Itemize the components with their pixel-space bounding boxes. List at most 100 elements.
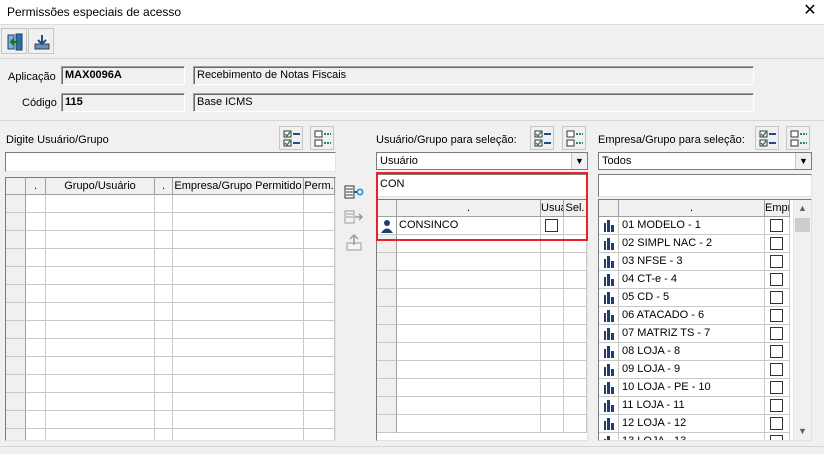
column-header[interactable]: Perm. bbox=[304, 178, 335, 195]
table-cell[interactable] bbox=[155, 357, 173, 375]
select-checkbox-cell[interactable] bbox=[765, 235, 790, 253]
table-cell[interactable] bbox=[46, 339, 155, 357]
table-cell[interactable] bbox=[26, 393, 46, 411]
company-name-cell[interactable]: 02 SIMPL NAC - 2 bbox=[619, 235, 765, 253]
table-cell[interactable] bbox=[173, 321, 304, 339]
column-header[interactable]: Empresa/Grupo bbox=[765, 200, 790, 217]
table-cell[interactable] bbox=[26, 213, 46, 231]
company-name-cell[interactable]: 01 MODELO - 1 bbox=[619, 217, 765, 235]
scroll-thumb[interactable] bbox=[795, 218, 810, 232]
scroll-down-icon[interactable]: ▼ bbox=[794, 423, 811, 440]
table-cell[interactable] bbox=[564, 289, 587, 307]
table-cell[interactable] bbox=[397, 325, 541, 343]
table-cell[interactable] bbox=[46, 393, 155, 411]
table-cell[interactable] bbox=[397, 253, 541, 271]
table-cell[interactable] bbox=[46, 249, 155, 267]
table-cell[interactable] bbox=[26, 249, 46, 267]
select-checkbox-cell[interactable] bbox=[765, 361, 790, 379]
company-name-cell[interactable]: 10 LOJA - PE - 10 bbox=[619, 379, 765, 397]
table-cell[interactable] bbox=[155, 321, 173, 339]
table-cell[interactable] bbox=[564, 343, 587, 361]
table-cell[interactable] bbox=[304, 195, 335, 213]
chevron-down-icon[interactable]: ▼ bbox=[571, 153, 587, 169]
select-checkbox[interactable] bbox=[770, 273, 783, 286]
table-cell[interactable] bbox=[173, 339, 304, 357]
column-header[interactable] bbox=[599, 200, 619, 217]
table-cell[interactable] bbox=[304, 267, 335, 285]
table-cell[interactable] bbox=[541, 253, 564, 271]
table-cell[interactable] bbox=[304, 411, 335, 429]
table-cell[interactable] bbox=[173, 429, 304, 440]
table-cell[interactable] bbox=[155, 339, 173, 357]
table-cell[interactable] bbox=[26, 267, 46, 285]
table-cell[interactable] bbox=[26, 285, 46, 303]
company-name-cell[interactable]: 08 LOJA - 8 bbox=[619, 343, 765, 361]
table-cell[interactable] bbox=[564, 253, 587, 271]
company-name-cell[interactable]: 07 MATRIZ TS - 7 bbox=[619, 325, 765, 343]
table-cell[interactable] bbox=[541, 361, 564, 379]
table-cell[interactable] bbox=[155, 375, 173, 393]
table-cell[interactable] bbox=[397, 361, 541, 379]
select-checkbox[interactable] bbox=[770, 381, 783, 394]
table-cell[interactable] bbox=[397, 271, 541, 289]
table-cell[interactable] bbox=[541, 397, 564, 415]
table-cell[interactable] bbox=[155, 429, 173, 440]
company-name-cell[interactable]: 06 ATACADO - 6 bbox=[619, 307, 765, 325]
right-uncheck-all-button[interactable] bbox=[786, 126, 810, 150]
table-cell[interactable] bbox=[155, 393, 173, 411]
table-cell[interactable] bbox=[26, 339, 46, 357]
table-cell[interactable] bbox=[304, 429, 335, 440]
table-cell[interactable] bbox=[26, 411, 46, 429]
exit-button[interactable] bbox=[1, 28, 27, 54]
select-checkbox[interactable] bbox=[770, 309, 783, 322]
table-cell[interactable] bbox=[564, 397, 587, 415]
table-cell[interactable] bbox=[397, 289, 541, 307]
select-checkbox[interactable] bbox=[770, 327, 783, 340]
table-cell[interactable] bbox=[541, 289, 564, 307]
select-checkbox-cell[interactable] bbox=[765, 415, 790, 433]
table-cell[interactable] bbox=[46, 429, 155, 440]
table-cell[interactable] bbox=[155, 411, 173, 429]
table-cell[interactable] bbox=[304, 339, 335, 357]
select-checkbox-cell[interactable] bbox=[765, 289, 790, 307]
table-cell[interactable] bbox=[155, 213, 173, 231]
select-checkbox[interactable] bbox=[770, 399, 783, 412]
select-checkbox-cell[interactable] bbox=[765, 397, 790, 415]
company-name-cell[interactable]: 04 CT-e - 4 bbox=[619, 271, 765, 289]
add-permission-button[interactable] bbox=[342, 181, 366, 203]
table-cell[interactable] bbox=[304, 231, 335, 249]
table-cell[interactable] bbox=[564, 307, 587, 325]
vertical-scrollbar[interactable]: ▲ ▼ bbox=[793, 200, 811, 440]
table-cell[interactable] bbox=[304, 375, 335, 393]
select-checkbox[interactable] bbox=[770, 417, 783, 430]
table-cell[interactable] bbox=[541, 307, 564, 325]
chevron-down-icon[interactable]: ▼ bbox=[795, 153, 811, 169]
table-cell[interactable] bbox=[541, 343, 564, 361]
select-checkbox[interactable] bbox=[770, 345, 783, 358]
table-cell[interactable] bbox=[397, 397, 541, 415]
select-checkbox[interactable] bbox=[770, 363, 783, 376]
table-cell[interactable] bbox=[155, 249, 173, 267]
select-checkbox-cell[interactable] bbox=[765, 271, 790, 289]
company-name-cell[interactable]: 03 NFSE - 3 bbox=[619, 253, 765, 271]
table-cell[interactable] bbox=[173, 195, 304, 213]
table-cell[interactable] bbox=[541, 325, 564, 343]
table-cell[interactable] bbox=[173, 213, 304, 231]
select-checkbox[interactable] bbox=[770, 435, 783, 440]
column-header[interactable]: . bbox=[619, 200, 765, 217]
table-cell[interactable] bbox=[26, 303, 46, 321]
table-cell[interactable] bbox=[397, 307, 541, 325]
company-name-cell[interactable]: 05 CD - 5 bbox=[619, 289, 765, 307]
table-cell[interactable] bbox=[26, 321, 46, 339]
select-checkbox[interactable] bbox=[770, 219, 783, 232]
table-cell[interactable] bbox=[397, 415, 541, 433]
table-cell[interactable] bbox=[564, 379, 587, 397]
table-cell[interactable] bbox=[304, 213, 335, 231]
company-name-cell[interactable]: 11 LOJA - 11 bbox=[619, 397, 765, 415]
table-cell[interactable] bbox=[541, 415, 564, 433]
permissions-grid[interactable]: . Grupo/Usuário. Empresa/Grupo Permitido Pe… bbox=[5, 177, 336, 441]
table-cell[interactable] bbox=[26, 231, 46, 249]
transfer-button[interactable] bbox=[342, 206, 366, 228]
select-checkbox[interactable] bbox=[770, 237, 783, 250]
company-group-select[interactable]: Todos ▼ bbox=[598, 152, 812, 170]
